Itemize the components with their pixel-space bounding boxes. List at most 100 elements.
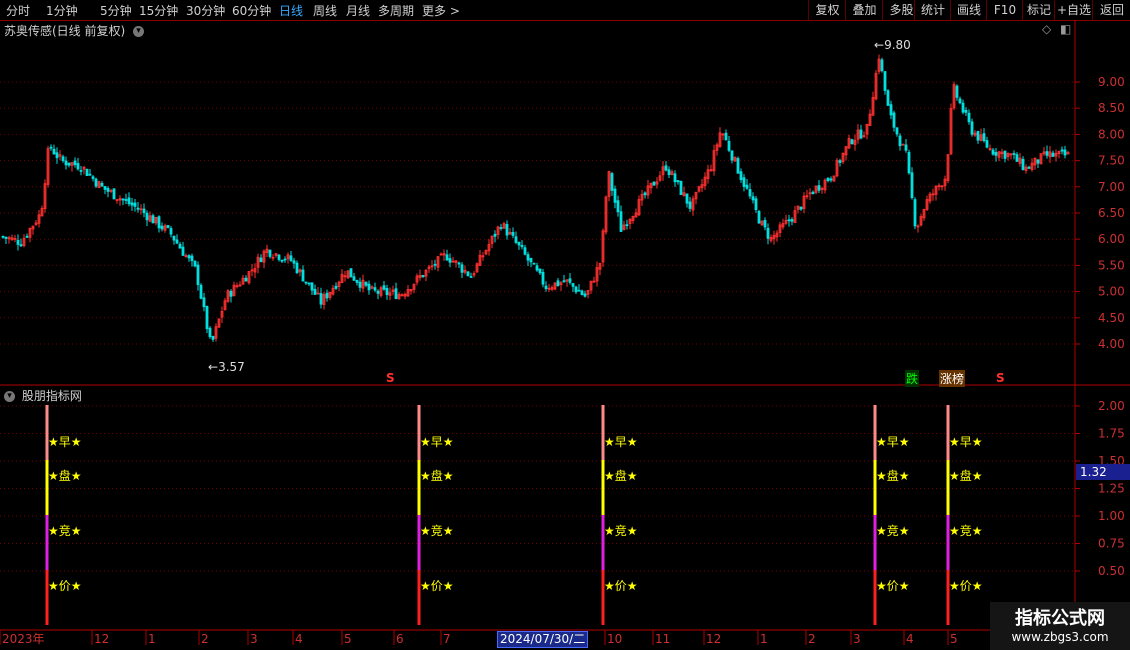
date-tick-label: 2023年 xyxy=(2,632,45,646)
indicator-tick-label: 2.00 xyxy=(1098,399,1125,413)
candle-body xyxy=(664,165,668,171)
current-value-box: 1.32 xyxy=(1076,464,1130,480)
indicator-title[interactable]: ▾ 股朋指标网 xyxy=(4,387,82,404)
candle-body xyxy=(136,207,140,210)
down-tag[interactable]: 跌 xyxy=(905,370,920,387)
candle-body xyxy=(880,59,884,72)
price-tick-label: 4.00 xyxy=(1098,337,1125,351)
candle-body xyxy=(355,279,359,283)
indicator-tick-label: 1.00 xyxy=(1098,509,1125,523)
price-tick-label: 7.50 xyxy=(1098,154,1125,168)
candle-body xyxy=(568,278,572,283)
candle-body xyxy=(73,160,77,166)
candle-body xyxy=(16,239,20,245)
candle-body xyxy=(91,176,95,179)
candle-body xyxy=(970,121,974,135)
indicator-tick-label: 0.50 xyxy=(1098,564,1125,578)
candle-body xyxy=(613,188,617,203)
candle-body xyxy=(790,219,794,222)
candle-body xyxy=(676,180,680,183)
candle-body xyxy=(280,259,284,262)
signal-label: ★竞★ xyxy=(48,524,82,538)
signal-label: ★竞★ xyxy=(949,524,983,538)
candle-body xyxy=(1,235,5,238)
candle-body xyxy=(538,268,542,274)
candle-body xyxy=(172,235,176,241)
kline-chart[interactable]: ★早★ ★盘★ ★竞★ ★价★ ★早★ ★盘★ ★竞★ ★价★ ★早★ ★盘★ ★竞★ ★价★ ★早★ ★… xyxy=(0,0,1130,650)
candle-body xyxy=(205,306,209,330)
candle-body xyxy=(514,236,518,243)
price-tick-label: 6.00 xyxy=(1098,232,1125,246)
candle-body xyxy=(85,168,89,177)
date-tick-label: 1 xyxy=(760,632,768,646)
high-price-label: ←9.80 xyxy=(874,38,911,52)
candle-body xyxy=(955,85,959,98)
candle-body xyxy=(541,271,545,285)
candle-body xyxy=(229,290,233,297)
candle-body xyxy=(883,71,887,91)
candle-body xyxy=(310,282,314,291)
candle-body xyxy=(304,281,308,284)
indicator-tick-label: 0.75 xyxy=(1098,537,1125,551)
candle-body xyxy=(307,282,311,285)
candle-body xyxy=(766,227,770,239)
candle-body xyxy=(175,239,179,244)
candle-body xyxy=(103,186,107,190)
candle-body xyxy=(1060,149,1064,152)
candle-body xyxy=(616,200,620,213)
candle-body xyxy=(325,292,329,299)
date-tick-label: 3 xyxy=(250,632,258,646)
candle-body xyxy=(898,135,902,147)
candle-body xyxy=(736,158,740,174)
rank-tag[interactable]: 涨榜 xyxy=(939,370,966,387)
candle-body xyxy=(169,228,173,235)
candle-body xyxy=(544,285,548,290)
signal-label: ★竞★ xyxy=(876,524,910,538)
price-tick-label: 7.00 xyxy=(1098,180,1125,194)
chevron-down-icon[interactable]: ▾ xyxy=(4,391,15,402)
date-tick-label: 2 xyxy=(201,632,209,646)
candle-body xyxy=(838,160,842,163)
candle-body xyxy=(268,249,272,257)
candle-body xyxy=(385,288,389,296)
candle-body xyxy=(610,173,614,191)
candle-body xyxy=(151,215,155,224)
low-price-label: ←3.57 xyxy=(208,360,245,374)
watermark-title: 指标公式网 xyxy=(1015,608,1105,629)
signal-label: ★早★ xyxy=(420,435,454,449)
signal-label: ★盘★ xyxy=(949,468,983,483)
candle-body xyxy=(493,233,497,237)
candle-body xyxy=(349,268,353,278)
candle-body xyxy=(577,289,581,292)
candle-body xyxy=(817,185,821,191)
watermark-logo: 指标公式网 www.zbgs3.com xyxy=(990,602,1130,650)
s-marker[interactable]: S xyxy=(996,371,1005,385)
date-tick-label: 7 xyxy=(443,632,451,646)
candle-body xyxy=(289,255,293,261)
candle-body xyxy=(319,293,323,305)
candle-body xyxy=(619,211,623,232)
candle-body xyxy=(208,327,212,338)
arrow-left-icon: ← xyxy=(874,38,885,52)
signal-label: ★早★ xyxy=(48,435,82,449)
candle-body xyxy=(1012,153,1016,155)
candle-body xyxy=(445,254,449,261)
candle-body xyxy=(79,170,83,172)
s-marker[interactable]: S xyxy=(386,371,395,385)
candle-body xyxy=(76,163,80,170)
watermark-url: www.zbgs3.com xyxy=(1011,630,1109,644)
candle-body xyxy=(160,225,164,230)
candle-body xyxy=(625,224,629,227)
candle-body xyxy=(679,180,683,196)
candle-body xyxy=(751,196,755,201)
candle-body xyxy=(517,241,521,246)
candle-body xyxy=(574,286,578,293)
candle-body xyxy=(130,202,134,206)
candle-body xyxy=(55,152,59,159)
candle-body xyxy=(1027,166,1031,169)
candle-body xyxy=(907,151,911,174)
candle-body xyxy=(910,172,914,199)
candle-body xyxy=(292,260,296,264)
candle-body xyxy=(895,127,899,135)
candle-body xyxy=(181,246,185,256)
